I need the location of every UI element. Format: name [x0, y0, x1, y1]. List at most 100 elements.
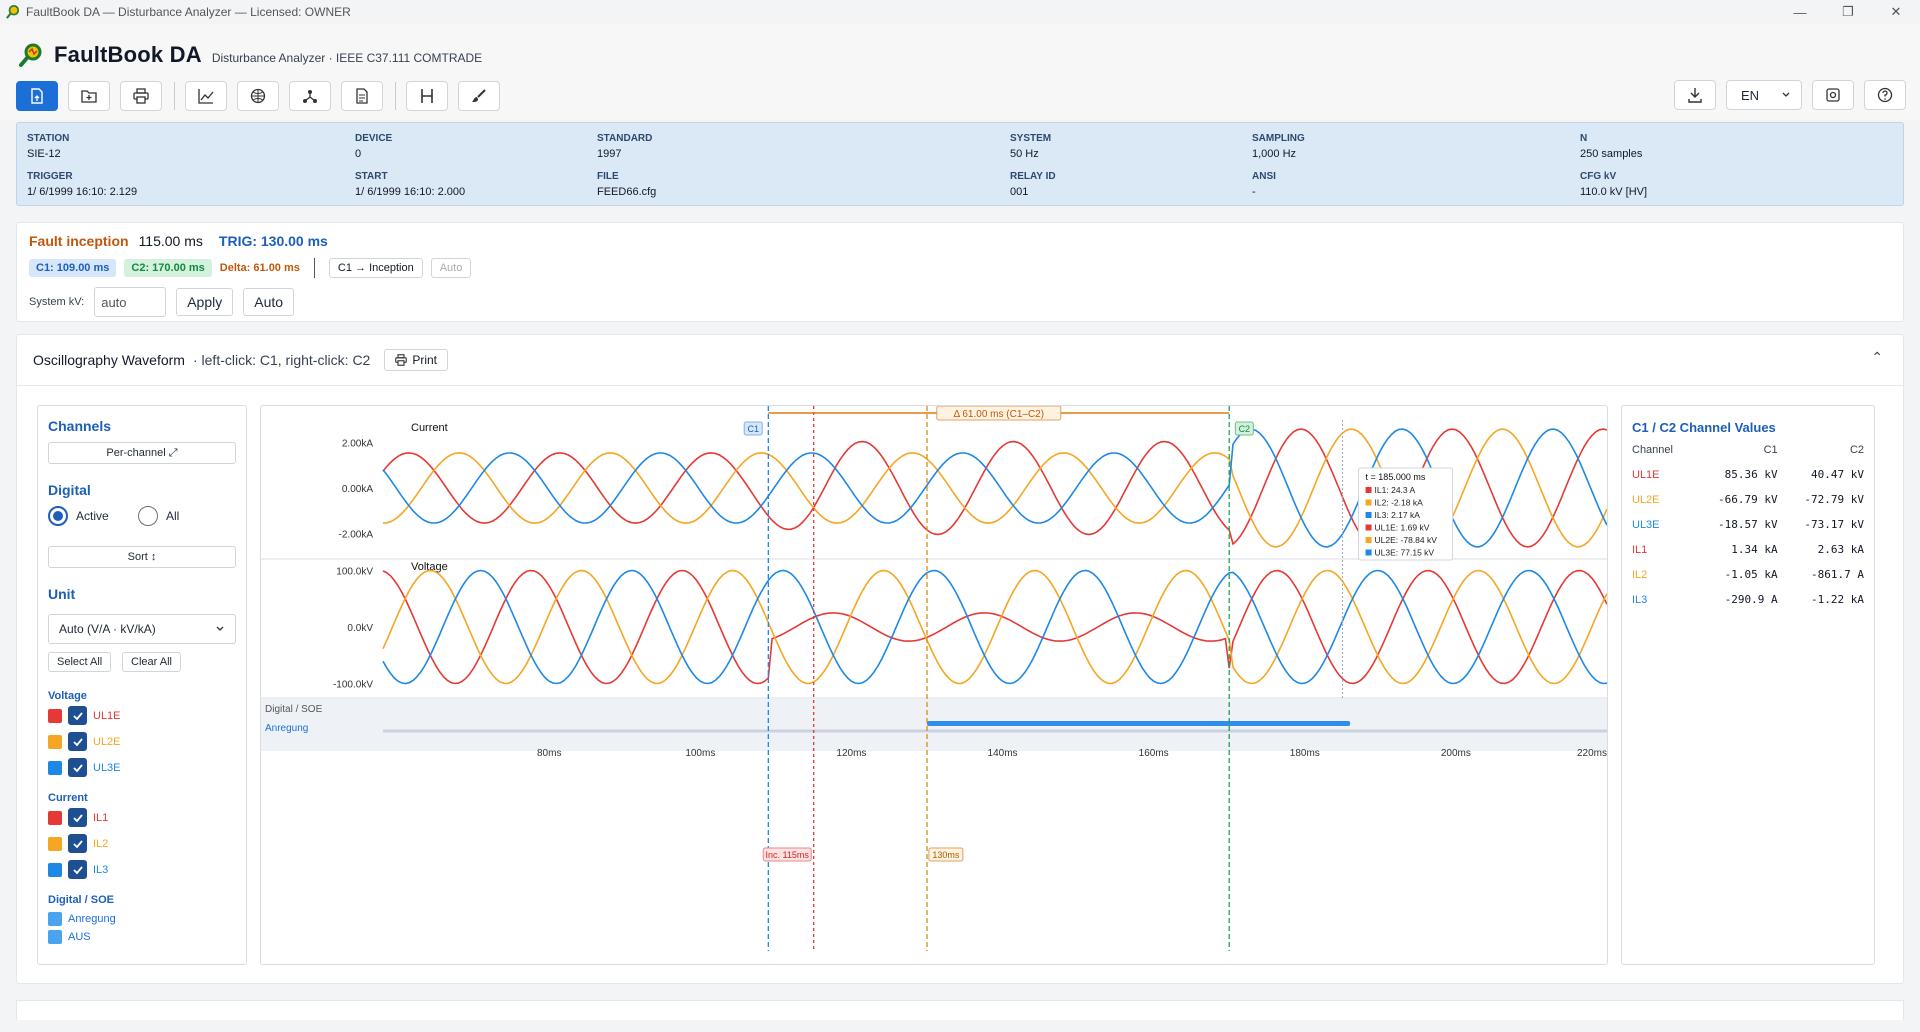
open-file-icon	[31, 88, 43, 104]
unit-select[interactable]: Auto (V/A · kV/kA)	[48, 614, 236, 644]
channel-ul2e[interactable]: UL2E	[48, 732, 121, 751]
values-channel: IL1	[1632, 543, 1648, 556]
collapse-icon[interactable]: ⌃	[1871, 349, 1883, 366]
cursor-values-panel: C1 / C2 Channel Values Channel C1 C2 UL1…	[1621, 405, 1875, 965]
per-channel-button[interactable]: Per-channel ⤢	[48, 442, 236, 464]
folder-add-button[interactable]	[68, 81, 110, 111]
info-station: STATION SIE-12	[27, 133, 70, 160]
values-row: UL3E -18.57 kV -73.17 kV	[1632, 512, 1864, 537]
select-all-button[interactable]: Select All	[48, 652, 112, 672]
download-icon	[1688, 88, 1702, 103]
sort-button[interactable]: Sort ↕	[48, 546, 236, 568]
digital-channel-aus[interactable]: AUS	[48, 930, 91, 944]
settings-button[interactable]	[1812, 80, 1854, 110]
y-tick-label: 2.00kA	[342, 439, 373, 450]
current-group-label: Current	[48, 792, 88, 804]
c1-to-inception-button[interactable]: C1 → Inception	[328, 258, 423, 278]
values-c1: -66.79 kV	[1718, 493, 1778, 506]
download-button[interactable]	[1674, 80, 1716, 110]
channel-ul3e[interactable]: UL3E	[48, 758, 121, 777]
series-line-ul2e	[382, 569, 1607, 685]
printer-icon	[133, 88, 149, 104]
info-device: DEVICE 0	[355, 133, 393, 160]
digital-channel-anregung[interactable]: Anregung	[48, 912, 116, 926]
radio-active[interactable]: Active	[48, 506, 109, 526]
chevron-down-icon	[216, 626, 224, 631]
print-button[interactable]	[120, 81, 162, 111]
trigger-tag: 130ms	[932, 850, 960, 860]
channel-ul1e[interactable]: UL1E	[48, 706, 121, 725]
digital-title: Digital	[48, 482, 91, 498]
values-c2: 40.47 kV	[1811, 468, 1864, 481]
y-tick-label: -100.0kV	[333, 680, 373, 691]
waveform-svg[interactable]: CurrentVoltageDigital / SOEAnregung2.00k…	[261, 406, 1608, 965]
minimize-button[interactable]: —	[1776, 0, 1824, 24]
values-c2: -1.22 kA	[1811, 593, 1864, 606]
auto-inception-button[interactable]: Auto	[430, 258, 472, 278]
cursor-c2-chip: C2: 170.00 ms	[124, 259, 212, 277]
values-row: IL3 -290.9 A -1.22 kA	[1632, 587, 1864, 612]
series-line-ul1e	[382, 569, 1607, 685]
radio-all[interactable]: All	[138, 506, 179, 526]
cursor-delta: Delta: 61.00 ms	[219, 262, 300, 274]
tooltip-row: UL3E: 77.15 kV	[1375, 548, 1435, 558]
channel-il3[interactable]: IL3	[48, 860, 108, 879]
info-relay-id: RELAY ID 001	[1010, 171, 1056, 198]
tooltip-swatch	[1365, 524, 1372, 531]
clear-all-button[interactable]: Clear All	[122, 652, 181, 672]
checkbox-checked-icon	[68, 834, 87, 853]
open-file-button[interactable]	[16, 81, 58, 111]
channels-title: Channels	[48, 418, 112, 434]
chart-button[interactable]	[185, 81, 227, 111]
channel-il1[interactable]: IL1	[48, 808, 108, 827]
tooltip-swatch	[1365, 549, 1372, 556]
close-button[interactable]: ✕	[1872, 0, 1920, 24]
values-c1: -290.9 A	[1724, 593, 1778, 606]
x-tick-label: 160ms	[1139, 748, 1169, 759]
x-tick-label: 200ms	[1441, 748, 1471, 759]
y-tick-label: 0.00kA	[342, 484, 373, 495]
help-button[interactable]	[1864, 80, 1906, 110]
delta-label: Δ 61.00 ms (C1–C2)	[953, 409, 1044, 420]
values-channel: UL1E	[1632, 468, 1660, 481]
brush-button[interactable]	[458, 81, 500, 111]
tooltip-row: IL3: 2.17 kA	[1375, 510, 1421, 520]
info-sampling: SAMPLING 1,000 Hz	[1252, 133, 1305, 160]
bottom-panel	[16, 1000, 1904, 1020]
channel-il2[interactable]: IL2	[48, 834, 108, 853]
apply-button[interactable]: Apply	[176, 288, 234, 316]
settings-icon	[1826, 88, 1840, 102]
c1-tag: C1	[747, 424, 759, 434]
y-tick-label: 100.0kV	[336, 566, 373, 577]
digital-active-bar	[927, 721, 1351, 726]
x-tick-label: 140ms	[988, 748, 1018, 759]
chevron-down-icon	[1782, 92, 1790, 97]
phasor-button[interactable]	[237, 81, 279, 111]
values-row: IL2 -1.05 kA -861.7 A	[1632, 562, 1864, 587]
system-kv-input[interactable]: auto	[94, 287, 167, 317]
report-button[interactable]	[341, 81, 383, 111]
language-select[interactable]: EN	[1726, 80, 1802, 110]
info-cfg-kv: CFG kV 110.0 kV [HV]	[1580, 171, 1648, 198]
waveform-chart[interactable]: Current Voltage Digital / SOE Anregung 2.00k…	[260, 405, 1608, 965]
digital-group-label: Digital / SOE	[48, 894, 115, 906]
tooltip-swatch	[1365, 512, 1372, 518]
waveform-print-button[interactable]: Print	[384, 349, 449, 371]
toolbar-separator	[174, 82, 175, 110]
x-tick-label: 100ms	[685, 748, 715, 759]
tooltip-swatch	[1365, 537, 1372, 543]
digital-panel-label: Digital / SOE	[265, 704, 323, 715]
auto-kv-button[interactable]: Auto	[243, 288, 295, 316]
values-c1: 85.36 kV	[1724, 468, 1778, 481]
app-logo-icon	[19, 43, 42, 67]
tooltip-swatch	[1365, 499, 1372, 506]
network-button[interactable]	[289, 81, 331, 111]
app-subtitle: Disturbance Analyzer · IEEE C37.111 COMT…	[211, 51, 483, 65]
tooltip-row: UL1E: 1.69 kV	[1375, 523, 1430, 533]
fault-panel: Fault inception 115.00 ms TRIG: 130.00 m…	[16, 222, 1904, 322]
document-icon	[356, 88, 368, 104]
maximize-button[interactable]: ❐	[1824, 0, 1872, 24]
values-title: C1 / C2 Channel Values	[1632, 420, 1776, 435]
cursor-button[interactable]	[406, 81, 448, 111]
col-channel: Channel	[1632, 444, 1673, 456]
